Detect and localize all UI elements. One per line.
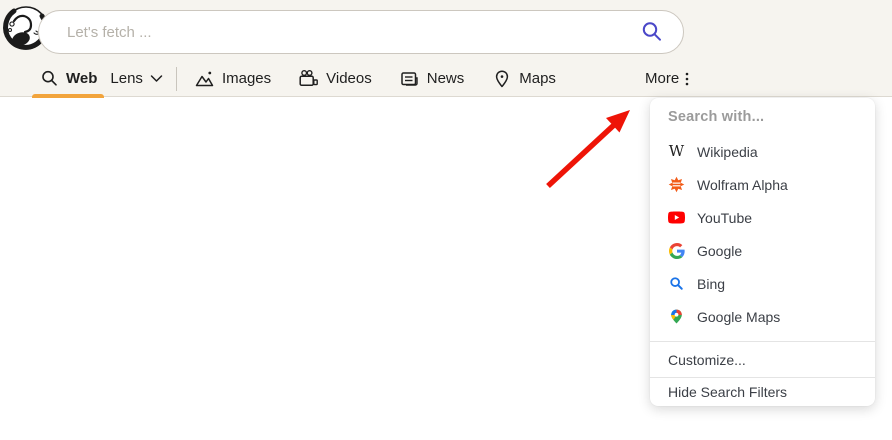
menu-item-label: Customize... [668, 352, 746, 368]
magnifier-icon [40, 69, 59, 88]
menu-item-youtube[interactable]: YouTube [650, 201, 875, 234]
video-camera-icon [298, 69, 319, 88]
menu-item-customize[interactable]: Customize... [650, 342, 875, 377]
tab-label: News [427, 70, 465, 87]
tab-videos[interactable]: Videos [298, 69, 372, 88]
tab-lens[interactable]: Lens [110, 70, 163, 87]
tab-images[interactable]: Images [194, 69, 271, 88]
menu-item-label: Hide Search Filters [668, 384, 787, 400]
nav-divider [176, 67, 177, 91]
tab-maps[interactable]: Maps [492, 69, 556, 89]
magnifier-icon [639, 19, 665, 45]
wolfram-alpha-icon [668, 176, 685, 193]
map-pin-icon [492, 69, 512, 89]
tab-web[interactable]: Web [40, 69, 97, 88]
search-input[interactable] [67, 24, 639, 41]
tab-label: Maps [519, 70, 556, 87]
tab-label: Web [66, 70, 97, 87]
menu-item-google[interactable]: Google [650, 234, 875, 267]
menu-item-bing[interactable]: Bing [650, 267, 875, 300]
menu-item-label: Wikipedia [697, 144, 758, 160]
menu-item-label: Wolfram Alpha [697, 177, 788, 193]
newspaper-icon [399, 69, 420, 88]
red-annotation-arrow [540, 98, 640, 198]
menu-item-label: YouTube [697, 210, 752, 226]
search-with-list: W Wikipedia Wolfram Alpha [650, 130, 875, 333]
menu-item-wolfram-alpha[interactable]: Wolfram Alpha [650, 168, 875, 201]
menu-header: Search with... [650, 104, 875, 130]
search-page: Web Lens Images Videos [0, 0, 892, 440]
menu-item-label: Bing [697, 276, 725, 292]
menu-item-hide-search-filters[interactable]: Hide Search Filters [650, 377, 875, 406]
google-maps-icon [668, 308, 685, 325]
more-label: More [645, 70, 679, 87]
vertical-ellipsis-icon [684, 71, 690, 87]
wikipedia-icon: W [668, 143, 685, 160]
tab-news[interactable]: News [399, 69, 465, 88]
google-icon [668, 242, 685, 259]
more-button[interactable]: More [645, 60, 690, 97]
tab-label: Videos [326, 70, 372, 87]
youtube-icon [668, 209, 685, 226]
menu-item-wikipedia[interactable]: W Wikipedia [650, 135, 875, 168]
menu-item-label: Google Maps [697, 309, 780, 325]
tab-label: Images [222, 70, 271, 87]
active-tab-underline [32, 94, 104, 98]
landscape-icon [194, 69, 215, 88]
menu-item-google-maps[interactable]: Google Maps [650, 300, 875, 333]
category-tabs: Web Lens Images Videos [40, 60, 556, 97]
search-submit-button[interactable] [639, 19, 665, 45]
search-bar [38, 10, 684, 54]
chevron-down-icon [150, 74, 163, 83]
bing-icon [668, 275, 685, 292]
tab-label: Lens [110, 70, 143, 87]
more-dropdown-menu: Search with... W Wikipedia Wolfram Alpha [650, 98, 875, 406]
menu-item-label: Google [697, 243, 742, 259]
